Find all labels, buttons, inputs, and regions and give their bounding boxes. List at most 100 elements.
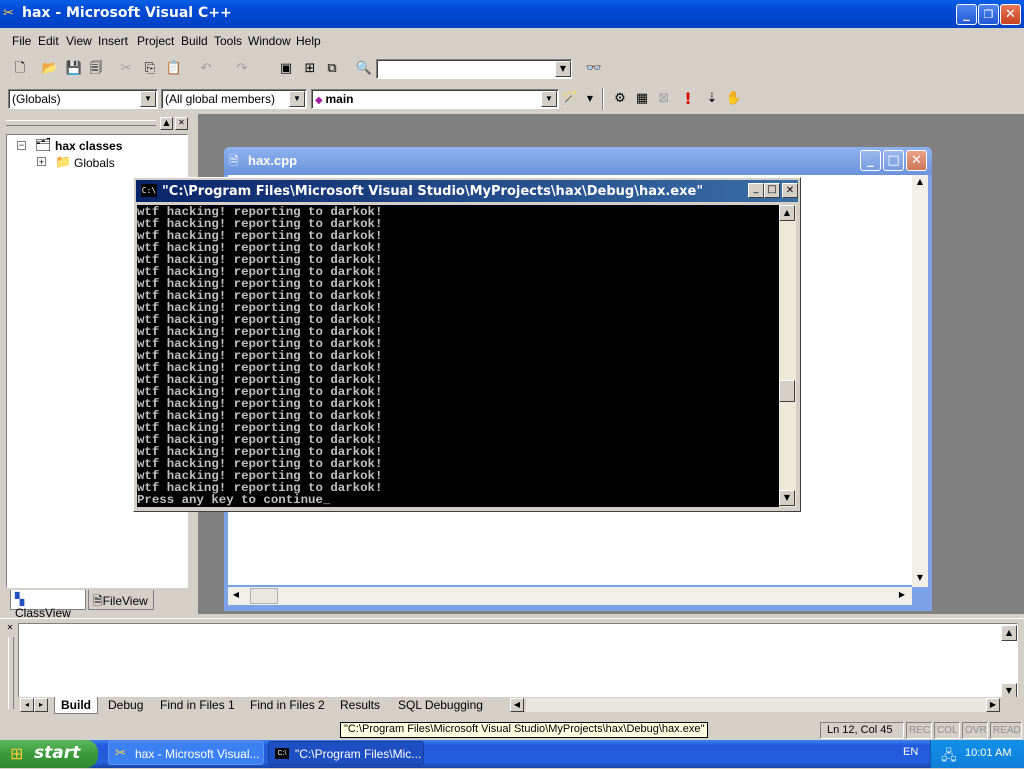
save-all-icon[interactable]: 🗐 — [86, 59, 106, 79]
editor-vscrollbar[interactable]: ▲ ▼ — [912, 175, 928, 587]
status-position: Ln 12, Col 45 — [820, 722, 904, 739]
menu-build[interactable]: Build — [181, 34, 208, 48]
start-button[interactable]: ⊞ start — [0, 740, 98, 768]
status-rec: REC — [906, 722, 932, 739]
console-title-bar[interactable]: C:\ "C:\Program Files\Microsoft Visual S… — [136, 180, 798, 202]
menu-window[interactable]: Window — [248, 34, 291, 48]
function-combo[interactable]: ◆ main ▼ — [311, 89, 559, 109]
output-window-icon[interactable]: ⊞ — [300, 59, 320, 79]
language-indicator[interactable]: EN — [903, 746, 918, 758]
tab-results[interactable]: Results — [334, 697, 386, 714]
tree-item-globals[interactable]: Globals — [74, 156, 115, 170]
menu-bar: File Edit View Insert Project Build Tool… — [0, 30, 1024, 52]
scroll-right-icon[interactable]: ▶ — [894, 588, 910, 604]
compile-icon[interactable]: ⚙ — [610, 89, 630, 109]
tab-debug[interactable]: Debug — [102, 697, 149, 714]
open-folder-icon[interactable]: 📂 — [40, 59, 60, 79]
go-icon[interactable]: ⇣ — [702, 89, 722, 109]
paste-icon[interactable]: 📋 — [164, 59, 184, 79]
cut-icon[interactable]: ✂ — [116, 59, 136, 79]
tab-find-in-files-1[interactable]: Find in Files 1 — [154, 697, 241, 714]
tab-scroll-first-icon[interactable]: ◂ — [20, 698, 34, 712]
console-scroll-thumb[interactable] — [779, 380, 795, 402]
output-scroll-left-icon[interactable]: ◀ — [510, 698, 524, 712]
pane-maximize-icon[interactable]: ▲ — [160, 117, 173, 130]
network-icon[interactable]: 🖧 — [941, 745, 957, 769]
function-icon: ◆ — [315, 95, 326, 106]
main-title-bar[interactable]: ✂ hax - Microsoft Visual C++ _ ❐ ✕ — [0, 0, 1024, 28]
scope-combo[interactable]: (Globals) ▼ — [8, 89, 158, 109]
restore-button[interactable]: ❐ — [978, 4, 999, 25]
status-bar: "C:\Program Files\Microsoft Visual Studi… — [0, 720, 1024, 740]
hscroll-thumb[interactable] — [250, 588, 278, 604]
console-scroll-up-icon[interactable]: ▲ — [779, 205, 795, 221]
output-scroll-up-icon[interactable]: ▲ — [1001, 625, 1017, 641]
wizard-menu-chevron-icon[interactable]: ▼ — [580, 89, 600, 109]
scroll-down-icon[interactable]: ▼ — [912, 571, 928, 587]
tab-build[interactable]: Build — [54, 697, 98, 714]
wizard-action-icon[interactable]: 🪄 — [560, 89, 580, 109]
tab-find-in-files-2[interactable]: Find in Files 2 — [244, 697, 331, 714]
output-grip[interactable] — [8, 637, 14, 709]
output-text-area[interactable] — [18, 623, 1018, 701]
breakpoint-hand-icon[interactable]: ✋ — [724, 89, 744, 109]
taskbar-item-console[interactable]: C:\ "C:\Program Files\Mic... — [268, 741, 424, 765]
editor-hscrollbar[interactable]: ◀ ▶ — [228, 587, 912, 605]
members-combo[interactable]: (All global members) ▼ — [161, 89, 307, 109]
find-in-files-icon[interactable]: 🔍 — [354, 59, 374, 79]
window-list-icon[interactable]: ⧉ — [322, 59, 342, 79]
copy-icon[interactable]: ⎘ — [140, 59, 160, 79]
close-button[interactable]: ✕ — [1000, 4, 1021, 25]
output-pane: ✕ ▲ ▼ ◂ ▸ Build Debug Find in Files 1 Fi… — [0, 618, 1024, 718]
undo-icon[interactable]: ↶ — [196, 59, 216, 79]
console-close-icon[interactable]: ✕ — [782, 183, 798, 198]
output-close-icon[interactable]: ✕ — [4, 623, 16, 635]
tab-fileview[interactable]: 🗎FileView — [88, 590, 154, 610]
execute-icon[interactable]: ! — [678, 89, 698, 109]
find-combo[interactable] — [376, 59, 572, 79]
menu-tools[interactable]: Tools — [214, 34, 242, 48]
console-task-icon: C:\ — [275, 748, 289, 759]
menu-file[interactable]: File — [12, 34, 31, 48]
tab-classview[interactable]: ▚ ClassView — [10, 590, 86, 620]
pane-grip[interactable] — [6, 120, 156, 126]
tree-root-label[interactable]: hax classes — [55, 139, 122, 153]
windows-logo-icon: ⊞ — [10, 746, 24, 763]
redo-icon[interactable]: ↷ — [232, 59, 252, 79]
menu-edit[interactable]: Edit — [38, 34, 59, 48]
find-binoculars-icon[interactable]: 👓 — [584, 59, 604, 79]
taskbar-item-vc[interactable]: ✂ hax - Microsoft Visual... — [108, 741, 264, 765]
chevron-down-icon[interactable]: ▼ — [541, 91, 557, 107]
output-scroll-right-icon[interactable]: ▶ — [986, 698, 1000, 712]
editor-maximize-button[interactable]: □ — [883, 150, 904, 171]
tree-expand-icon[interactable]: + — [37, 157, 46, 167]
stop-build-icon[interactable]: ⊠ — [654, 89, 674, 109]
workspace-icon[interactable]: ▣ — [276, 59, 296, 79]
console-maximize-icon[interactable]: □ — [764, 183, 780, 198]
editor-title-bar[interactable]: 🗎 hax.cpp _ □ ✕ — [224, 147, 932, 175]
scroll-up-icon[interactable]: ▲ — [912, 175, 928, 191]
pane-close-icon[interactable]: ✕ — [175, 117, 188, 130]
menu-view[interactable]: View — [66, 34, 92, 48]
console-scroll-down-icon[interactable]: ▼ — [779, 490, 795, 506]
menu-insert[interactable]: Insert — [98, 34, 128, 48]
menu-project[interactable]: Project — [137, 34, 174, 48]
console-minimize-icon[interactable]: _ — [748, 183, 764, 198]
console-vscrollbar[interactable]: ▲ ▼ — [779, 205, 796, 507]
taskbar-item-console-label: "C:\Program Files\Mic... — [295, 747, 422, 761]
chevron-down-icon[interactable]: ▼ — [140, 91, 156, 107]
chevron-down-icon[interactable]: ▼ — [555, 61, 571, 77]
minimize-button[interactable]: _ — [956, 4, 977, 25]
new-text-file-icon[interactable]: 🗋 — [10, 59, 30, 79]
scroll-left-icon[interactable]: ◀ — [228, 588, 244, 604]
tab-scroll-prev-icon[interactable]: ▸ — [34, 698, 48, 712]
tab-sql-debugging[interactable]: SQL Debugging — [392, 697, 489, 714]
editor-close-button[interactable]: ✕ — [906, 150, 927, 171]
tree-collapse-icon[interactable]: − — [17, 141, 26, 150]
editor-minimize-button[interactable]: _ — [860, 150, 881, 171]
save-icon[interactable]: 💾 — [64, 59, 84, 79]
build-icon[interactable]: ▦ — [632, 89, 652, 109]
output-hscroll-track[interactable] — [526, 698, 986, 712]
menu-help[interactable]: Help — [296, 34, 321, 48]
chevron-down-icon[interactable]: ▼ — [289, 91, 305, 107]
